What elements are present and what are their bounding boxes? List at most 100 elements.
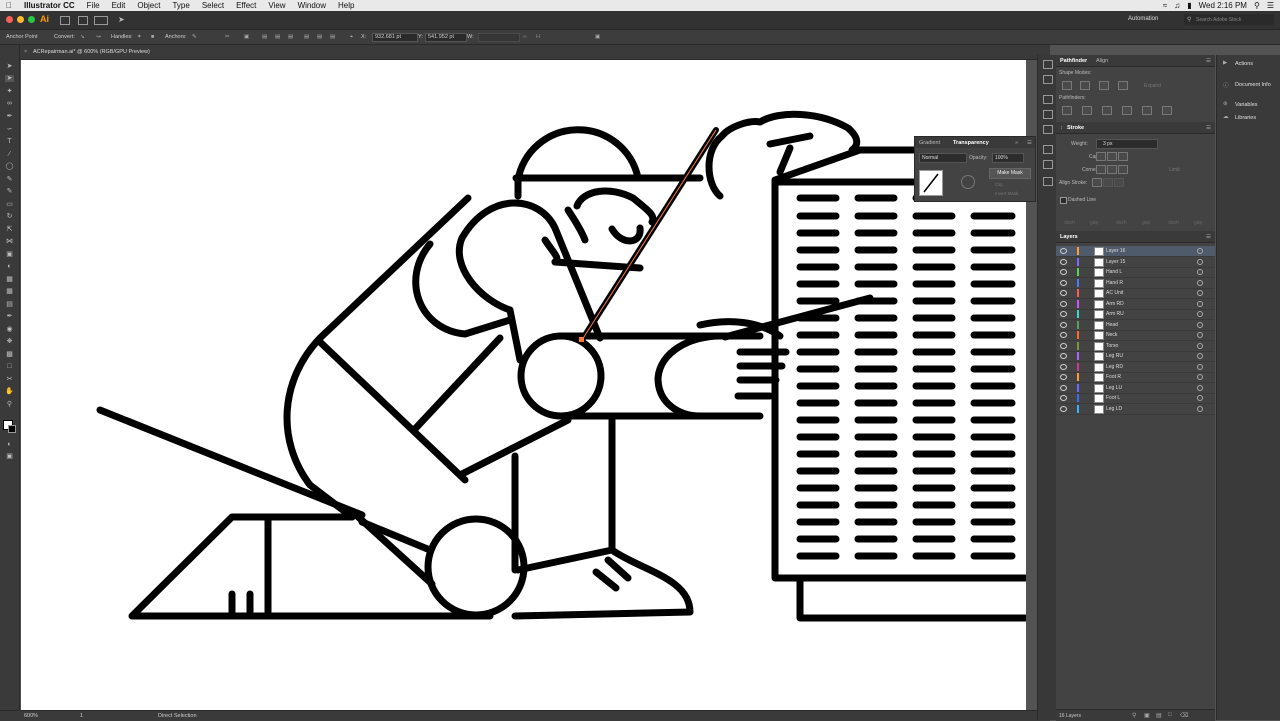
layer-target-icon[interactable]: [1197, 363, 1203, 370]
bridge-icon[interactable]: [60, 16, 70, 25]
type-tool-icon[interactable]: T: [5, 138, 14, 145]
align-stroke-center-icon[interactable]: [1092, 178, 1102, 187]
variables-panel-button[interactable]: Variables: [1235, 102, 1258, 108]
menu-window[interactable]: Window: [292, 0, 332, 11]
layer-row-foot-l[interactable]: Foot L: [1056, 393, 1215, 404]
visibility-eye-icon[interactable]: [1060, 248, 1067, 254]
shape-builder-tool-icon[interactable]: ◐: [5, 263, 14, 270]
layer-row-leg-ld[interactable]: Leg LD: [1056, 404, 1215, 415]
delete-layer-icon[interactable]: ⌫: [1180, 712, 1188, 719]
minimize-window-button[interactable]: [17, 16, 24, 23]
opacity-field[interactable]: 100%: [992, 153, 1024, 163]
apple-menu-icon[interactable]: : [0, 0, 18, 11]
align-bottom-icon[interactable]: ▤: [330, 34, 335, 40]
visibility-eye-icon[interactable]: [1060, 405, 1067, 412]
layer-row-arm-ru[interactable]: Arm RU: [1056, 309, 1215, 320]
actions-panel-button[interactable]: Actions: [1235, 61, 1253, 67]
line-tool-icon[interactable]: ⁄: [5, 151, 14, 158]
align-top-icon[interactable]: ▤: [304, 34, 309, 40]
menu-select[interactable]: Select: [196, 0, 230, 11]
align-left-icon[interactable]: ▤: [262, 34, 267, 40]
perspective-grid-tool-icon[interactable]: ▦: [5, 276, 14, 283]
libraries-panel-button[interactable]: Libraries: [1235, 115, 1256, 121]
invert-mask-checkbox[interactable]: Invert Mask: [995, 191, 1018, 196]
layer-target-icon[interactable]: [1197, 384, 1203, 391]
isolate-icon[interactable]: ▣: [244, 34, 249, 40]
blob-brush-tool-icon[interactable]: ✎: [5, 188, 14, 195]
butt-cap-icon[interactable]: [1096, 152, 1106, 161]
projecting-cap-icon[interactable]: [1118, 152, 1128, 161]
x-field[interactable]: 932.681 pt: [372, 33, 418, 42]
stroke-weight-field[interactable]: 3 px: [1096, 139, 1158, 149]
magic-wand-tool-icon[interactable]: ✦: [5, 88, 14, 95]
layer-row-ac-unit[interactable]: AC Unit: [1056, 288, 1215, 299]
layer-row-leg-rd[interactable]: Leg RD: [1056, 362, 1215, 373]
visibility-eye-icon[interactable]: [1060, 395, 1067, 401]
spotlight-icon[interactable]: ⚲: [1254, 0, 1260, 11]
layer-row-leg-ru[interactable]: Leg RU: [1056, 351, 1215, 362]
remove-anchor-icon[interactable]: ✎: [192, 34, 197, 40]
layer-target-icon[interactable]: [1197, 269, 1203, 275]
tab-pathfinder[interactable]: Pathfinder: [1060, 58, 1087, 64]
visibility-eye-icon[interactable]: [1060, 342, 1067, 349]
menu-edit[interactable]: Edit: [106, 0, 132, 11]
actions-icon[interactable]: ▶: [1223, 60, 1227, 66]
constrain-link-icon[interactable]: ∞: [523, 34, 527, 40]
stroke-swatch[interactable]: [8, 425, 16, 433]
exclude-icon[interactable]: [1118, 81, 1128, 90]
screen-mode-icon[interactable]: ▣: [5, 453, 14, 460]
visibility-eye-icon[interactable]: [1060, 300, 1067, 307]
locate-object-icon[interactable]: ⚲: [1132, 712, 1136, 719]
layers-title[interactable]: Layers: [1060, 234, 1078, 240]
round-cap-icon[interactable]: [1107, 152, 1117, 161]
visibility-eye-icon[interactable]: [1060, 374, 1067, 380]
visibility-eye-icon[interactable]: [1060, 384, 1067, 391]
layers-menu-icon[interactable]: ☰: [1206, 234, 1211, 240]
visibility-eye-icon[interactable]: [1060, 353, 1067, 359]
adobe-stock-search[interactable]: ⚲ Search Adobe Stock: [1184, 14, 1274, 25]
layer-row-layer-16[interactable]: Layer 16: [1056, 246, 1215, 257]
layer-target-icon[interactable]: [1197, 353, 1203, 359]
layer-row-neck[interactable]: Neck: [1056, 330, 1215, 341]
variables-icon[interactable]: ⊛: [1223, 101, 1228, 107]
zoom-level[interactable]: 600%: [24, 713, 38, 719]
document-info-icon[interactable]: ⓘ: [1223, 81, 1229, 89]
free-transform-tool-icon[interactable]: ▣: [5, 251, 14, 258]
layer-row-arm-rd[interactable]: Arm RD: [1056, 299, 1215, 310]
eyedropper-tool-icon[interactable]: ✒: [5, 313, 14, 320]
visibility-eye-icon[interactable]: [1060, 321, 1067, 328]
show-handles-icon[interactable]: ✦: [137, 34, 142, 40]
layer-row-leg-lu[interactable]: Leg LU: [1056, 383, 1215, 394]
notification-icon[interactable]: ☰: [1267, 0, 1274, 11]
graphic-styles-icon[interactable]: [1043, 145, 1053, 154]
lasso-tool-icon[interactable]: ∞: [5, 100, 14, 107]
document-tab[interactable]: × ACRepairman.ai* @ 600% (RGB/GPU Previe…: [20, 45, 1050, 60]
visibility-eye-icon[interactable]: [1060, 363, 1067, 370]
expand-button[interactable]: Expand: [1144, 83, 1161, 89]
layer-target-icon[interactable]: [1197, 332, 1203, 338]
layer-target-icon[interactable]: [1197, 248, 1203, 254]
swatches-icon[interactable]: [1043, 95, 1053, 104]
minus-back-icon[interactable]: [1162, 106, 1172, 115]
tab-gradient[interactable]: Gradient: [919, 140, 940, 146]
y-field[interactable]: 541.952 pt: [425, 33, 467, 42]
cut-path-icon[interactable]: ✂: [225, 34, 230, 40]
menu-file[interactable]: File: [81, 0, 106, 11]
menu-view[interactable]: View: [262, 0, 291, 11]
drawing-modes-icon[interactable]: ◐: [5, 441, 14, 448]
appearance-icon[interactable]: [1043, 160, 1053, 169]
reference-point-icon[interactable]: ⌖: [350, 34, 353, 41]
close-doc-icon[interactable]: ×: [24, 49, 27, 55]
round-join-icon[interactable]: [1107, 165, 1117, 174]
libraries-icon[interactable]: ☁: [1223, 114, 1229, 120]
hand-tool-icon[interactable]: ✋: [5, 388, 14, 395]
blend-tool-icon[interactable]: ◉: [5, 326, 14, 333]
rotate-tool-icon[interactable]: ↻: [5, 213, 14, 220]
divide-icon[interactable]: [1062, 106, 1072, 115]
blend-mode-select[interactable]: Normal: [919, 153, 967, 163]
layer-target-icon[interactable]: [1197, 374, 1203, 380]
stroke-collapse-icon[interactable]: ↕: [1060, 125, 1063, 131]
visibility-eye-icon[interactable]: [1060, 269, 1067, 275]
align-middle-icon[interactable]: ▤: [317, 34, 322, 40]
tab-align[interactable]: Align: [1096, 58, 1108, 64]
